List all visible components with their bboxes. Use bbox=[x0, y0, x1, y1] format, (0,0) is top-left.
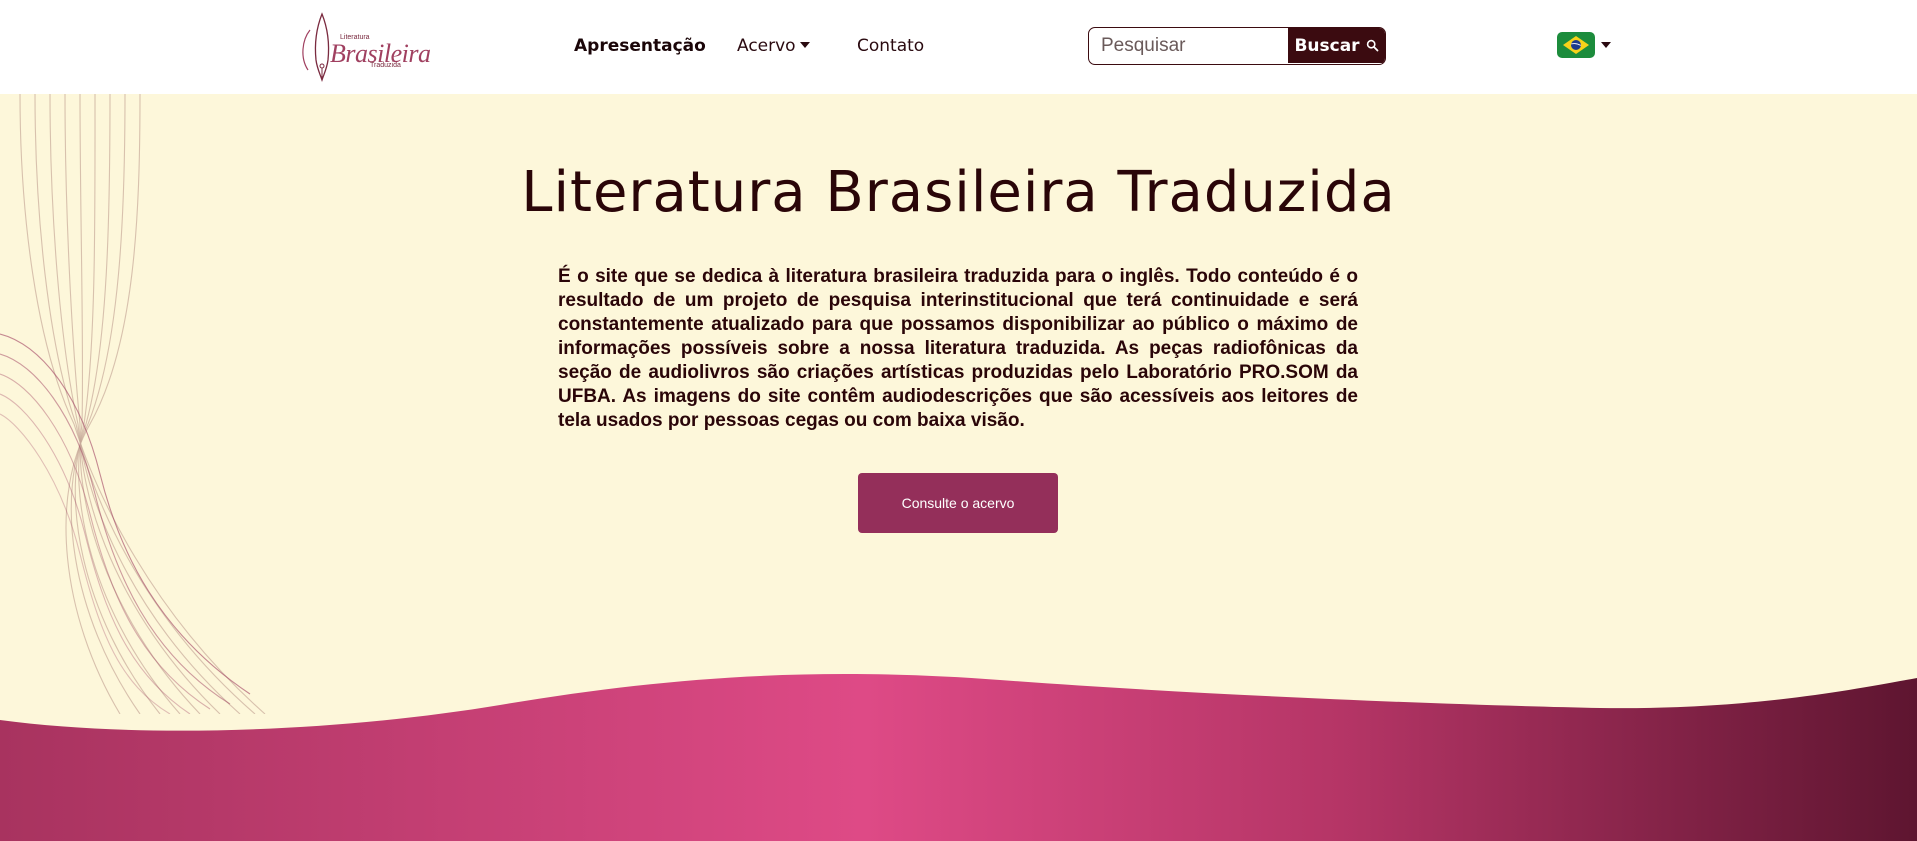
nav-item-label: Acervo bbox=[737, 36, 796, 56]
nav-item-acervo[interactable]: Acervo bbox=[737, 36, 810, 56]
search-button[interactable]: Buscar bbox=[1288, 28, 1385, 63]
chevron-down-icon bbox=[799, 42, 810, 48]
nav-item-label: Apresentação bbox=[574, 36, 706, 56]
search-input[interactable] bbox=[1089, 28, 1289, 63]
site-header: Literatura Brasileira Traduzida Apresent… bbox=[0, 0, 1917, 94]
search-button-label: Buscar bbox=[1294, 35, 1360, 56]
chevron-down-icon bbox=[1601, 42, 1611, 48]
search-icon bbox=[1366, 39, 1378, 52]
search-form: Buscar bbox=[1088, 27, 1386, 65]
page-title: Literatura Brasileira Traduzida bbox=[521, 160, 1396, 225]
nav-item-label: Contato bbox=[857, 36, 925, 56]
browse-collection-button[interactable]: Consulte o acervo bbox=[858, 473, 1058, 533]
nav-item-contato[interactable]: Contato bbox=[857, 36, 924, 56]
intro-paragraph: É o site que se dedica à literatura bras… bbox=[558, 266, 1358, 431]
nav-item-apresentacao[interactable]: Apresentação bbox=[574, 36, 706, 56]
footer-wave bbox=[0, 674, 1917, 841]
site-logo[interactable]: Literatura Brasileira Traduzida bbox=[292, 10, 431, 84]
brazil-flag-icon bbox=[1557, 32, 1595, 58]
language-selector[interactable] bbox=[1557, 32, 1611, 58]
logo-text-bottom: Traduzida bbox=[370, 62, 401, 69]
